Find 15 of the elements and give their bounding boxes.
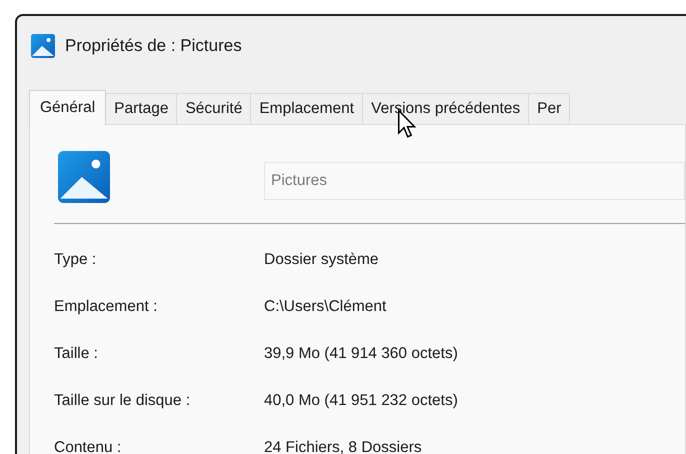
property-label: Type :	[54, 250, 98, 268]
property-value: C:\Users\Clément	[264, 298, 388, 316]
window-title: Propriétés de : Pictures	[65, 36, 242, 56]
tab[interactable]: Per	[528, 93, 570, 124]
property-label: Taille :	[54, 344, 99, 362]
picture-icon	[58, 151, 110, 203]
property-value: Dossier système	[264, 250, 380, 268]
property-value: 39,9 Mo (41 914 360 octets)	[264, 344, 459, 362]
property-label: Emplacement :	[54, 298, 158, 316]
folder-picture-icon	[31, 34, 55, 58]
property-value: 40,0 Mo (41 951 232 octets)	[264, 392, 459, 410]
tab[interactable]: Général	[29, 90, 106, 125]
property-label: Taille sur le disque :	[54, 392, 192, 410]
property-label: Contenu :	[54, 438, 122, 454]
property-value: 24 Fichiers, 8 Dossiers	[264, 438, 423, 454]
